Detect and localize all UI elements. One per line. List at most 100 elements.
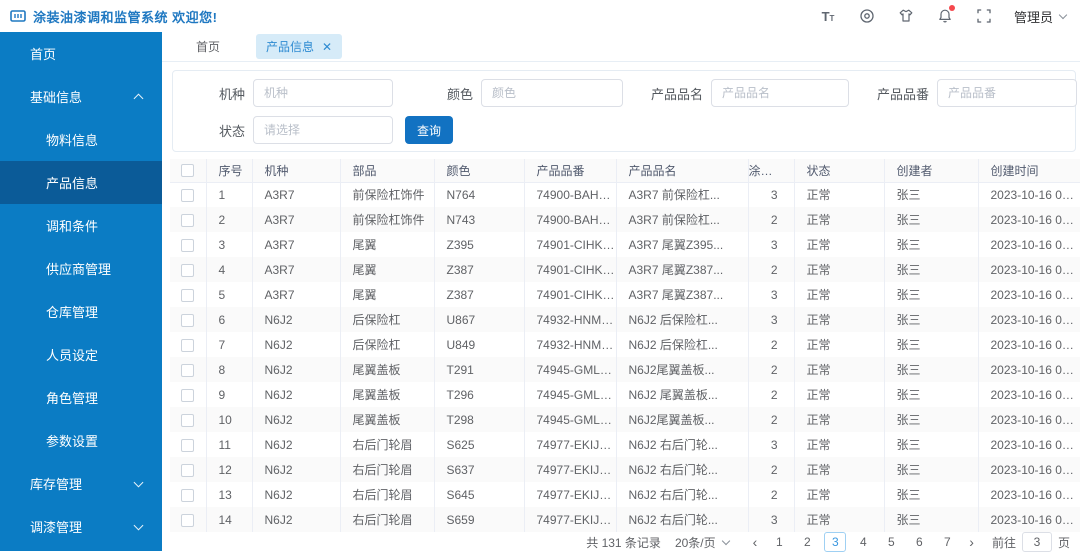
sidebar-item-基础信息[interactable]: 基础信息 xyxy=(0,75,162,118)
cell-part: 右后门轮眉 xyxy=(340,482,435,507)
cell-model: A3R7 xyxy=(252,232,341,257)
page-button-1[interactable]: 1 xyxy=(768,532,790,552)
cell-product_name: N6J2 后保险杠... xyxy=(616,307,749,332)
cell-part: 后保险杠 xyxy=(340,332,435,357)
sidebar-item-角色管理[interactable]: 角色管理 xyxy=(0,376,162,419)
user-menu[interactable]: 管理员 xyxy=(1014,7,1068,26)
sidebar-item-产品信息[interactable]: 产品信息 xyxy=(0,161,162,204)
prev-page-button[interactable]: ‹ xyxy=(745,535,766,549)
filter-input-status[interactable] xyxy=(253,116,393,144)
cell-product_name: N6J2 右后门轮... xyxy=(616,507,749,532)
cell-created_at: 2023-10-16 00:... xyxy=(978,307,1080,332)
row-checkbox[interactable] xyxy=(181,413,195,427)
chevron-down-icon xyxy=(721,536,730,545)
sidebar-item-供应商管理[interactable]: 供应商管理 xyxy=(0,247,162,290)
cell-color: Z395 xyxy=(434,232,525,257)
row-check-cell xyxy=(170,357,207,382)
row-checkbox[interactable] xyxy=(181,513,195,527)
filter-input-model[interactable] xyxy=(253,79,393,107)
page-button-3[interactable]: 3 xyxy=(824,532,847,552)
cell-coat_count: 3 xyxy=(748,282,795,307)
main-content: 首页产品信息✕ 机种颜色产品品名产品品番 状态查询 序号机种部品颜色产品品番产品… xyxy=(162,32,1080,552)
row-check-cell xyxy=(170,332,207,357)
sidebar-item-调和条件[interactable]: 调和条件 xyxy=(0,204,162,247)
cell-coat_count: 3 xyxy=(748,307,795,332)
sidebar-item-人员设定[interactable]: 人员设定 xyxy=(0,333,162,376)
cell-part_no: 74901-CIHK00... xyxy=(524,257,617,282)
filter-input-product_name[interactable] xyxy=(711,79,849,107)
cell-color: S645 xyxy=(434,482,525,507)
row-checkbox[interactable] xyxy=(181,488,195,502)
filter-input-part_no[interactable] xyxy=(937,79,1077,107)
sidebar-item-首页[interactable]: 首页 xyxy=(0,32,162,75)
table-row: 11N6J2右后门轮眉S62574977-EKIJM0...N6J2 右后门轮.… xyxy=(170,432,1080,457)
app-logo-icon xyxy=(10,8,26,24)
sidebar-item-物料信息[interactable]: 物料信息 xyxy=(0,118,162,161)
font-size-icon[interactable]: TT xyxy=(819,7,837,25)
cell-index: 6 xyxy=(206,307,253,332)
sidebar-item-调漆管理[interactable]: 调漆管理 xyxy=(0,505,162,548)
row-checkbox[interactable] xyxy=(181,363,195,377)
row-checkbox[interactable] xyxy=(181,313,195,327)
page-button-7[interactable]: 7 xyxy=(936,532,958,552)
theme-icon[interactable] xyxy=(897,7,915,25)
cell-index: 5 xyxy=(206,282,253,307)
filter-input-color[interactable] xyxy=(481,79,623,107)
sidebar-item-label: 调漆管理 xyxy=(30,520,83,535)
row-checkbox[interactable] xyxy=(181,288,195,302)
page-button-2[interactable]: 2 xyxy=(796,532,818,552)
cell-part: 尾翼盖板 xyxy=(340,357,435,382)
goto-page-input[interactable]: 3 xyxy=(1021,532,1052,552)
page-button-5[interactable]: 5 xyxy=(880,532,902,552)
cell-status: 正常 xyxy=(794,207,885,232)
cell-part: 右后门轮眉 xyxy=(340,432,435,457)
row-checkbox[interactable] xyxy=(181,238,195,252)
row-checkbox[interactable] xyxy=(181,338,195,352)
table-body: 1A3R7前保险杠饰件N76474900-BAHG00...A3R7 前保险杠.… xyxy=(170,182,1080,532)
locale-icon[interactable] xyxy=(858,7,876,25)
page-button-6[interactable]: 6 xyxy=(908,532,930,552)
row-check-cell xyxy=(170,307,207,332)
cell-part_no: 74900-BAHG00... xyxy=(524,207,617,232)
table-row: 1A3R7前保险杠饰件N76474900-BAHG00...A3R7 前保险杠.… xyxy=(170,182,1080,207)
tab-label: 产品信息 xyxy=(266,40,315,54)
tab-产品信息[interactable]: 产品信息 ✕ xyxy=(256,34,343,59)
cell-model: A3R7 xyxy=(252,282,341,307)
page-button-4[interactable]: 4 xyxy=(852,532,874,552)
sidebar-item-仓库管理[interactable]: 仓库管理 xyxy=(0,290,162,333)
notification-badge xyxy=(948,5,955,11)
table-row: 13N6J2右后门轮眉S64574977-EKIJM0...N6J2 右后门轮.… xyxy=(170,482,1080,507)
cell-status: 正常 xyxy=(794,457,885,482)
filter-field-color: 颜色 xyxy=(433,79,623,107)
row-checkbox[interactable] xyxy=(181,213,195,227)
sidebar-item-库存管理[interactable]: 库存管理 xyxy=(0,462,162,505)
tab-bar: 首页 产品信息 ✕ xyxy=(162,32,1080,62)
fullscreen-icon[interactable] xyxy=(975,7,993,25)
row-checkbox[interactable] xyxy=(181,263,195,277)
cell-status: 正常 xyxy=(794,407,885,432)
sidebar-item-label: 基础信息 xyxy=(30,90,83,105)
next-page-button[interactable]: › xyxy=(961,535,982,549)
cell-index: 4 xyxy=(206,257,253,282)
cell-coat_count: 2 xyxy=(748,207,795,232)
close-icon[interactable]: ✕ xyxy=(322,41,332,53)
page-size-select[interactable]: 20条/页 xyxy=(675,534,730,551)
sidebar-item-参数设置[interactable]: 参数设置 xyxy=(0,419,162,462)
cell-model: N6J2 xyxy=(252,432,341,457)
row-checkbox[interactable] xyxy=(181,388,195,402)
cell-model: N6J2 xyxy=(252,332,341,357)
select-all-checkbox[interactable] xyxy=(181,164,195,178)
sidebar-item-label: 角色管理 xyxy=(46,391,99,406)
cell-coat_count: 2 xyxy=(748,382,795,407)
app-title: 涂装油漆调和监管系统 欢迎您! xyxy=(33,9,218,25)
tab-首页[interactable]: 首页 xyxy=(186,34,230,59)
cell-coat_count: 3 xyxy=(748,182,795,207)
notification-icon[interactable] xyxy=(936,5,955,25)
row-checkbox[interactable] xyxy=(181,438,195,452)
cell-color: T296 xyxy=(434,382,525,407)
cell-created_at: 2023-10-16 00:... xyxy=(978,357,1080,382)
search-button[interactable]: 查询 xyxy=(405,116,454,144)
row-checkbox[interactable] xyxy=(181,188,195,202)
row-check-cell xyxy=(170,407,207,432)
row-checkbox[interactable] xyxy=(181,463,195,477)
